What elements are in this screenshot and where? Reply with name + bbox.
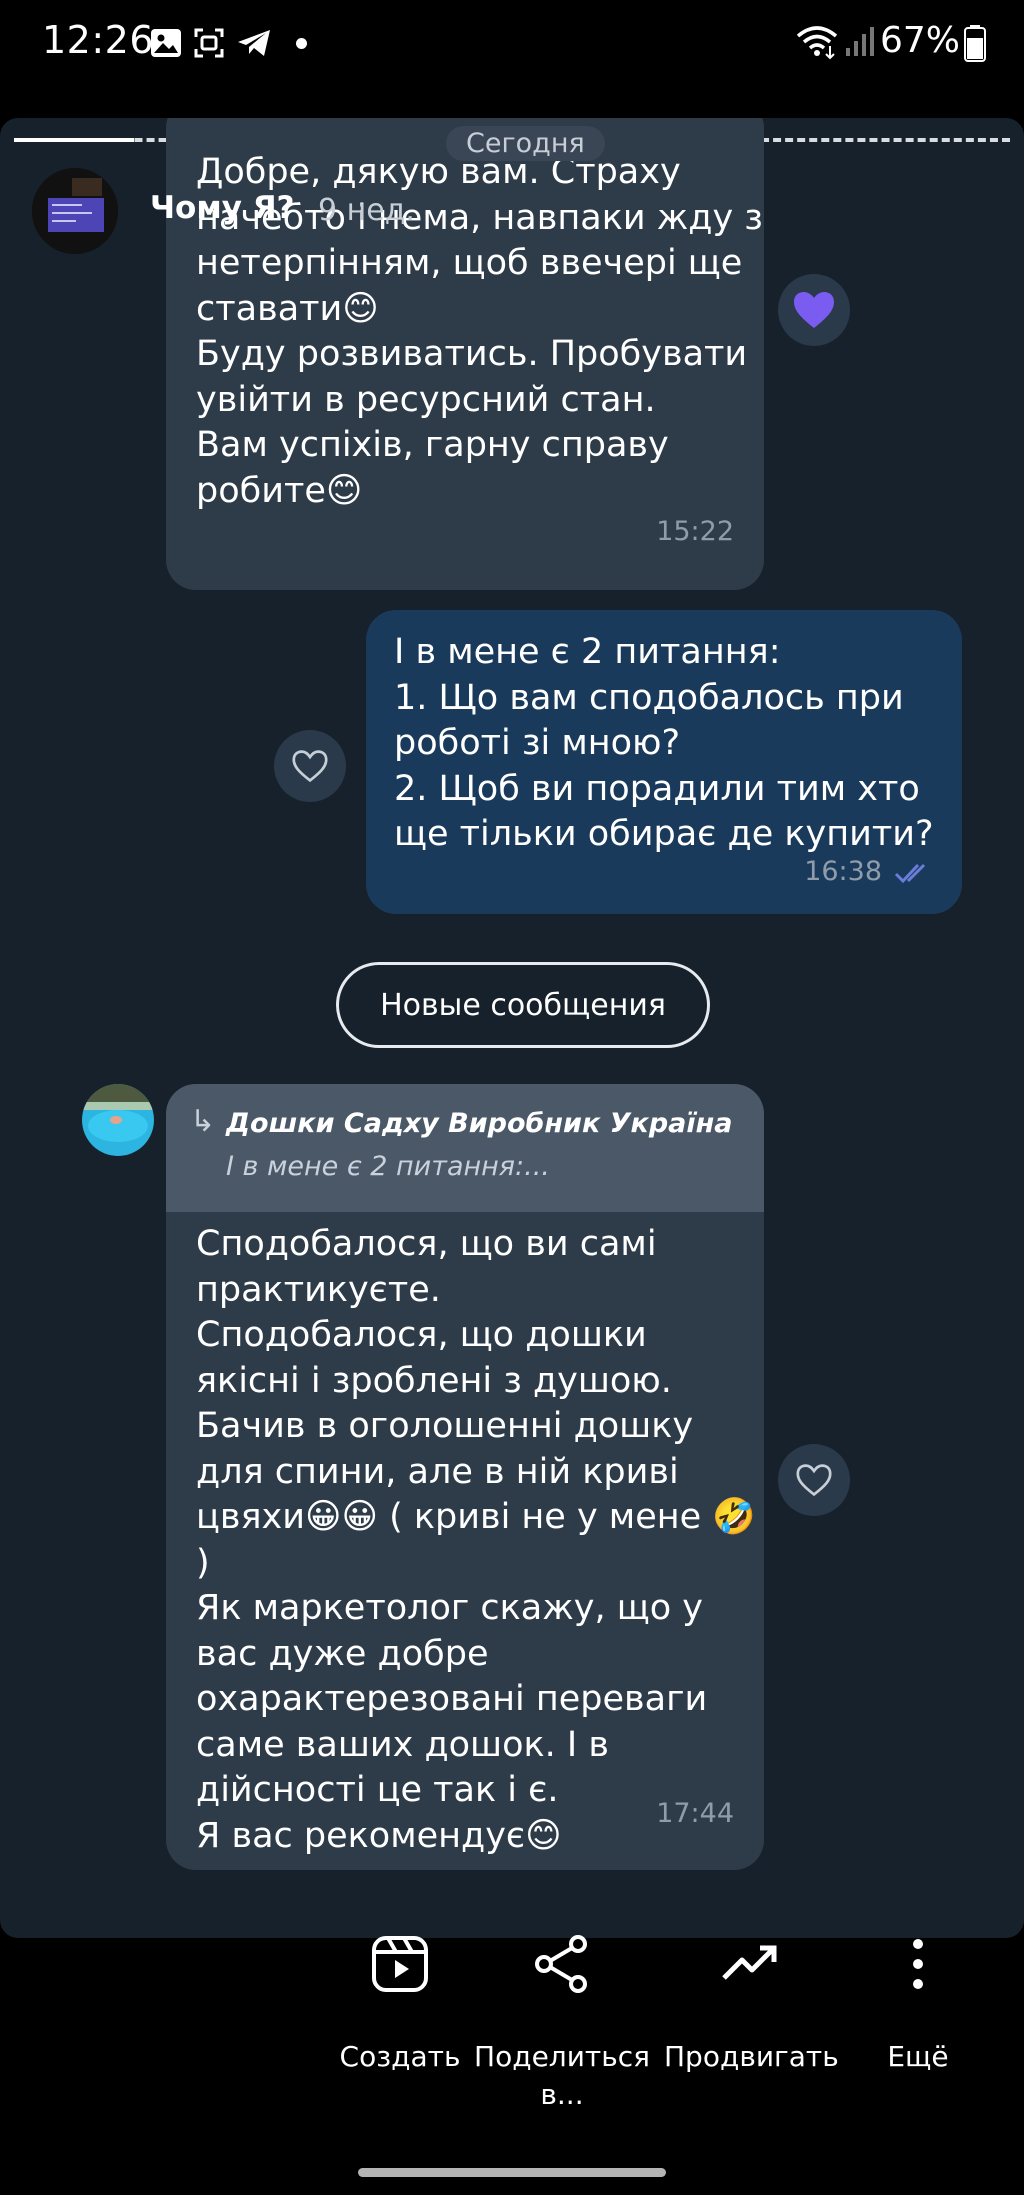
message-line: Як маркетолог скажу, що у	[196, 1588, 703, 1628]
create-label: Создать	[339, 2040, 461, 2073]
message-text: Сподобалося, що ви самі практикуєте. Сподо…	[196, 1222, 764, 1859]
signal-icon	[846, 27, 874, 56]
create-button[interactable]: Создать	[330, 1936, 470, 2098]
message-line: цвяхи😀😀 ( криві не у мене 🤣 )	[196, 1497, 768, 1583]
message-line: Буду розвиватись. Пробувати	[196, 334, 748, 374]
heart-outline-icon	[292, 750, 328, 783]
message-line: якісні і зроблені з душою.	[196, 1360, 672, 1401]
message-line: для спини, але в ній криві	[196, 1451, 679, 1492]
message-line: нетерпінням, щоб ввечері ще	[196, 243, 743, 283]
message-line: Бачив в оголошенні дошку	[196, 1406, 694, 1446]
new-messages-divider: Новые сообщения	[336, 962, 710, 1048]
message-line: І в мене є 2 питання:	[394, 632, 781, 672]
message-time: 16:38	[804, 856, 882, 887]
reply-quote: І в мене є 2 питання:...	[226, 1151, 550, 1182]
message-line: вас дуже добре	[196, 1633, 489, 1674]
reaction-heart[interactable]	[778, 1444, 850, 1516]
promote-label: Продвигать	[664, 2040, 839, 2073]
message-line: Вам успіхів, гарну справу	[196, 425, 669, 465]
battery-icon	[964, 25, 986, 62]
story-actions-bar: Создать Поделиться в... Продвигать Ещё	[0, 1935, 1024, 2195]
message-line: саме ваших дошок. І в	[196, 1724, 609, 1765]
date-chip: Сегодня	[446, 126, 605, 161]
message-bubble-incoming[interactable]: ↳ Дошки Садху Виробник Україна І в мене …	[166, 1084, 764, 1870]
reply-arrow-icon: ↳	[190, 1104, 216, 1139]
message-line: увійти в ресурсний стан.	[196, 379, 656, 420]
story-user-name[interactable]: Чому Я?	[150, 190, 295, 226]
reaction-heart[interactable]	[274, 730, 346, 802]
message-line: роботі зі мною?	[394, 723, 681, 763]
share-label: Поделиться в...	[474, 2040, 650, 2111]
message-line: ще тільки обирає де купити?	[394, 814, 934, 854]
message-text: І в мене є 2 питання: 1. Що вам сподобало…	[394, 630, 934, 858]
home-indicator[interactable]	[358, 2168, 666, 2177]
screenshot-icon	[194, 28, 224, 58]
create-reel-icon	[372, 1936, 428, 1992]
reaction-heart[interactable]	[778, 274, 850, 346]
avatar[interactable]	[32, 168, 118, 254]
notification-dot	[296, 38, 307, 49]
message-time: 17:44	[656, 1798, 734, 1829]
message-bubble-outgoing[interactable]: І в мене є 2 питання: 1. Що вам сподобало…	[366, 610, 962, 914]
message-time: 15:22	[656, 516, 734, 547]
message-line: Сподобалося, що дошки	[196, 1315, 647, 1355]
gallery-icon	[151, 29, 181, 57]
message-line: робите😊	[196, 470, 363, 511]
reply-preview[interactable]: ↳ Дошки Садху Виробник Україна І в мене …	[166, 1084, 764, 1212]
message-line: ставати😊	[196, 288, 379, 329]
more-button[interactable]: Ещё	[870, 1938, 966, 2098]
battery-percent: 67%	[879, 20, 960, 61]
more-vertical-icon	[913, 1939, 923, 1989]
message-line: практикуєте.	[196, 1269, 441, 1310]
message-bubble-incoming[interactable]: Добре, дякую вам. Страху начебто і нема, …	[166, 118, 764, 590]
reply-author: Дошки Садху Виробник Україна	[226, 1108, 733, 1139]
promote-button[interactable]: Продвигать	[664, 1938, 839, 2098]
status-bar: 12:26 67%	[0, 0, 1024, 90]
telegram-icon	[238, 30, 270, 56]
message-line: 2. Щоб ви порадили тим хто	[394, 768, 920, 809]
share-button[interactable]: Поделиться в...	[474, 1935, 650, 2118]
message-line: охарактерезовані переваги	[196, 1679, 708, 1719]
wifi-icon	[796, 26, 838, 60]
avatar[interactable]	[82, 1084, 154, 1156]
filled-heart-icon	[794, 292, 834, 328]
story-card[interactable]: Добре, дякую вам. Страху начебто і нема, …	[0, 118, 1024, 1938]
trend-up-icon	[722, 1945, 777, 1980]
story-progress-fill	[14, 138, 134, 142]
read-check-icon	[894, 863, 926, 884]
share-icon	[535, 1935, 587, 1993]
story-posted-ago: 9 нед.	[318, 193, 415, 228]
more-label: Ещё	[887, 2040, 949, 2073]
status-time: 12:26	[42, 18, 155, 62]
heart-outline-icon	[796, 1464, 832, 1497]
message-line: 1. Що вам сподобалось при	[394, 677, 904, 718]
message-line: Сподобалося, що ви самі	[196, 1224, 657, 1264]
